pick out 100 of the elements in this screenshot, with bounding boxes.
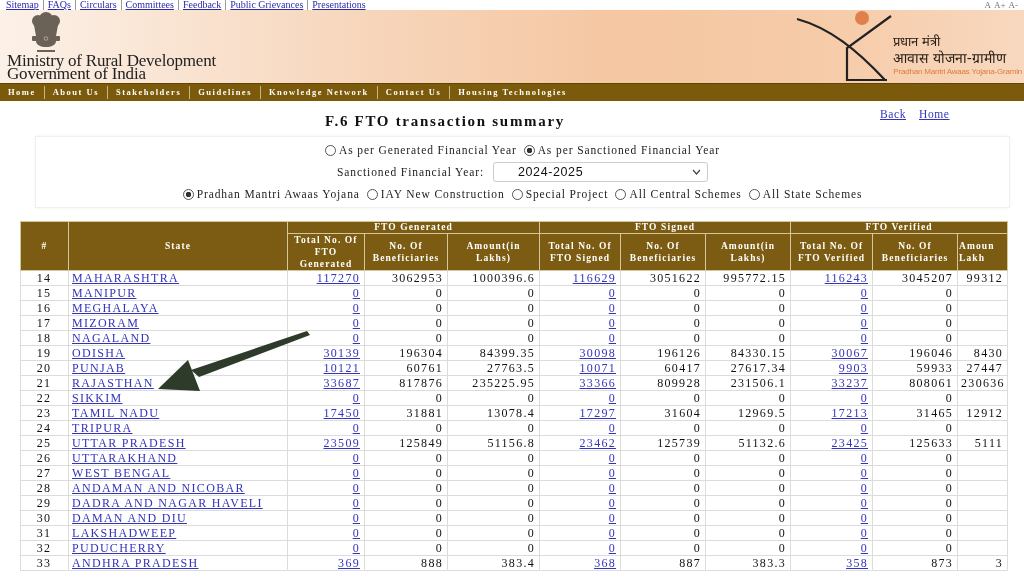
count-link[interactable]: 0 [352,541,360,555]
font-size-button[interactable]: A [984,0,991,10]
nav-link[interactable]: Knowledge Network [260,86,378,99]
radio-label[interactable]: Pradhan Mantri Awaas Yojana [196,188,360,200]
table-cell: 0 [364,450,448,466]
page-link[interactable]: Home [919,108,950,120]
count-link[interactable]: 0 [860,421,869,435]
radio-label[interactable]: As per Sanctioned Financial Year [537,144,721,156]
count-link[interactable]: 0 [352,526,360,540]
nav-link[interactable]: Housing Technologies [450,86,575,99]
radio-button[interactable] [615,188,627,200]
count-link[interactable]: 0 [860,496,869,510]
column-header: Amount(in Lakhs) [447,233,540,271]
table-cell: 0 [364,480,448,496]
count-link[interactable]: 0 [352,286,360,300]
table-cell: 0 [364,390,448,406]
count-link[interactable]: 0 [860,391,869,405]
table-cell: 0 [872,300,958,316]
top-link[interactable]: Sitemap [6,0,43,10]
radio-button[interactable] [748,188,760,200]
table-cell: 383.3 [705,555,791,571]
count-link[interactable]: 0 [608,526,617,540]
table-cell: 196304 [364,345,448,361]
table-cell: 0 [447,495,540,511]
count-link[interactable]: 0 [608,391,617,405]
column-group-header: FTO Generated [287,221,540,234]
table-cell: 0 [705,510,791,526]
radio-label[interactable]: All Central Schemes [629,188,742,200]
count-link[interactable]: 0 [608,316,617,330]
table-cell: 125849 [364,435,448,451]
table-cell: 0 [364,330,448,346]
radio-label[interactable]: Special Project [525,188,609,200]
count-link[interactable]: 0 [352,331,360,345]
radio-button[interactable] [366,188,378,200]
table-cell: 51132.6 [705,435,791,451]
table-cell: 0 [447,285,540,301]
table-cell: 0 [620,285,706,301]
count-link[interactable]: 0 [608,481,617,495]
row-number: 29 [20,495,69,511]
count-link[interactable]: 0 [860,481,869,495]
table-cell: 0 [620,480,706,496]
count-link[interactable]: 0 [860,451,869,465]
count-link[interactable]: 0 [608,331,617,345]
table-cell: 1000396.6 [447,270,540,286]
nav-link[interactable]: Contact Us [377,86,451,99]
table-cell: 0 [705,495,791,511]
count-link[interactable]: 0 [860,331,869,345]
table-cell: 0 [447,480,540,496]
radio-label[interactable]: IAY New Construction [380,188,505,200]
count-link[interactable]: 0 [352,301,360,315]
count-link[interactable]: 0 [352,511,360,525]
radio-button[interactable] [324,144,336,156]
radio-label[interactable]: All State Schemes [762,188,863,200]
count-link[interactable]: 0 [352,496,360,510]
table-cell: 0 [364,540,448,556]
nav-link[interactable]: About Us [44,86,108,99]
count-link[interactable]: 0 [608,286,617,300]
count-link[interactable]: 0 [860,526,869,540]
count-link[interactable]: 0 [608,466,617,480]
count-link[interactable]: 0 [608,421,617,435]
table-cell: 8430 [957,345,1008,361]
table-cell: 27617.34 [705,360,791,376]
table-cell: 0 [705,330,791,346]
font-size-button[interactable]: A- [1008,0,1018,10]
count-link[interactable]: 0 [608,541,617,555]
table-cell: 0 [872,540,958,556]
count-link[interactable]: 0 [352,391,360,405]
radio-label[interactable]: As per Generated Financial Year [338,144,517,156]
font-size-button[interactable]: A+ [993,0,1006,10]
nav-link[interactable]: Stakeholders [107,86,191,99]
column-header: Amoun Lakh [957,233,1008,271]
count-link[interactable]: 0 [352,316,360,330]
nav-link[interactable]: Guidelines [190,86,261,99]
count-link[interactable]: 0 [860,301,869,315]
count-link[interactable]: 0 [608,496,617,510]
count-link[interactable]: 0 [352,481,360,495]
page-link[interactable]: Back [880,108,907,120]
count-link[interactable]: 0 [608,451,617,465]
table-cell: 888 [364,555,448,571]
count-link[interactable]: 0 [860,316,869,330]
count-link[interactable]: 0 [608,301,617,315]
table-cell: 0 [872,450,958,466]
nav-link[interactable]: Home [0,86,45,99]
year-select[interactable]: 2024-2025 [493,162,708,182]
radio-button[interactable] [511,188,523,200]
count-link[interactable]: 0 [352,421,360,435]
count-link[interactable]: 0 [860,541,869,555]
table-cell: 231506.1 [705,375,791,391]
count-link[interactable]: 0 [860,511,869,525]
table-cell: 0 [364,510,448,526]
count-link[interactable]: 0 [352,451,360,465]
row-number: 30 [20,510,69,526]
count-link[interactable]: 0 [608,511,617,525]
table-cell: 0 [705,390,791,406]
count-link[interactable]: 0 [352,466,360,480]
count-link[interactable]: 0 [860,286,869,300]
radio-button[interactable] [523,144,535,156]
radio-button[interactable] [182,188,194,200]
count-link[interactable]: 0 [860,466,869,480]
table-cell: 809928 [620,375,706,391]
